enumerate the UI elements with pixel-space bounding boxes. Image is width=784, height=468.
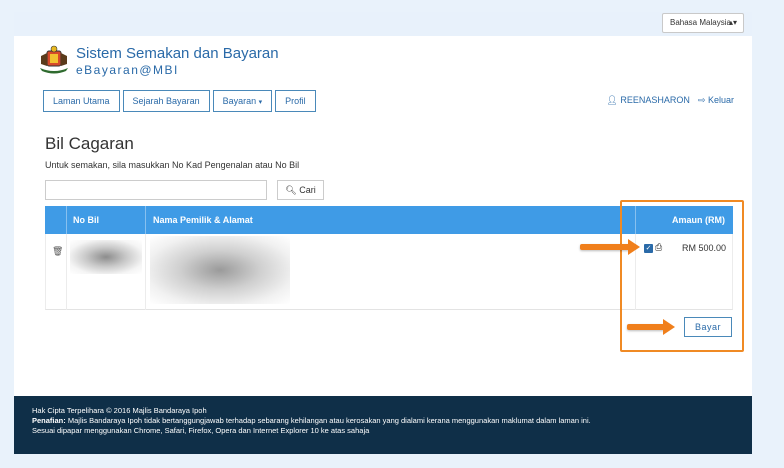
language-select-value: Bahasa Malaysia	[670, 18, 731, 27]
footer: Hak Cipta Terpelihara © 2016 Majlis Band…	[14, 396, 752, 454]
column-divider	[145, 206, 146, 234]
nav-laman-utama[interactable]: Laman Utama	[43, 90, 120, 112]
logout-label: Keluar	[707, 95, 734, 105]
header-no-bil: No Bil	[73, 215, 99, 225]
user-icon: 👤︎	[606, 95, 618, 105]
nav-bayaran-dropdown[interactable]: Bayaran ▾	[212, 90, 273, 112]
footer-browser-note: Sesuai dipapar menggunakan Chrome, Safar…	[32, 426, 370, 435]
column-divider	[145, 234, 146, 310]
language-select[interactable]: Bahasa Malaysia ▴▾	[662, 13, 744, 33]
nav-sejarah-bayaran[interactable]: Sejarah Bayaran	[122, 90, 210, 112]
nav-bayaran-label: Bayaran	[222, 96, 257, 106]
search-input[interactable]	[45, 180, 267, 200]
column-divider	[66, 206, 67, 234]
app-title: Sistem Semakan dan Bayaran	[76, 45, 279, 62]
page-title: Bil Cagaran	[45, 134, 134, 153]
search-button[interactable]: 🔍︎ Cari	[277, 180, 324, 200]
header-nama-pemilik: Nama Pemilik & Alamat	[153, 215, 253, 225]
column-divider	[66, 234, 67, 310]
trash-icon[interactable]: 🗑︎	[52, 246, 63, 257]
sign-out-icon: ⇨	[697, 95, 706, 105]
blurred-owner-address	[150, 236, 290, 304]
user-name: REENASHARON	[620, 95, 690, 105]
disclaimer-label: Penafian:	[32, 416, 66, 425]
app-subtitle: eBayaran@MBI	[76, 63, 179, 77]
annotation-arrow-bayar	[627, 319, 675, 335]
user-area: 👤︎ REENASHARON ⇨ Keluar	[606, 95, 734, 106]
main-nav: Laman Utama Sejarah Bayaran Bayaran ▾ Pr…	[43, 90, 316, 112]
sort-arrows-icon: ▴▾	[728, 18, 737, 27]
disclaimer-text: Majlis Bandaraya Ipoh tidak bertanggungj…	[67, 416, 591, 425]
nav-profil[interactable]: Profil	[275, 90, 316, 112]
search-instruction: Untuk semakan, sila masukkan No Kad Peng…	[45, 160, 300, 170]
footer-copyright: Hak Cipta Terpelihara © 2016 Majlis Band…	[32, 406, 207, 415]
top-bar: Bahasa Malaysia ▴▾	[14, 12, 752, 36]
mbi-crest-logo	[40, 45, 68, 74]
logout-link[interactable]: ⇨ Keluar	[698, 95, 734, 106]
search-button-label: Cari	[299, 185, 316, 195]
blurred-bill-number	[70, 240, 142, 274]
caret-down-icon: ▾	[258, 99, 263, 106]
user-profile-link[interactable]: 👤︎ REENASHARON	[606, 95, 689, 106]
footer-disclaimer: Penafian: Majlis Bandaraya Ipoh tidak be…	[32, 416, 752, 426]
search-icon: 🔍︎	[285, 185, 297, 195]
annotation-arrow-checkbox	[580, 239, 640, 255]
